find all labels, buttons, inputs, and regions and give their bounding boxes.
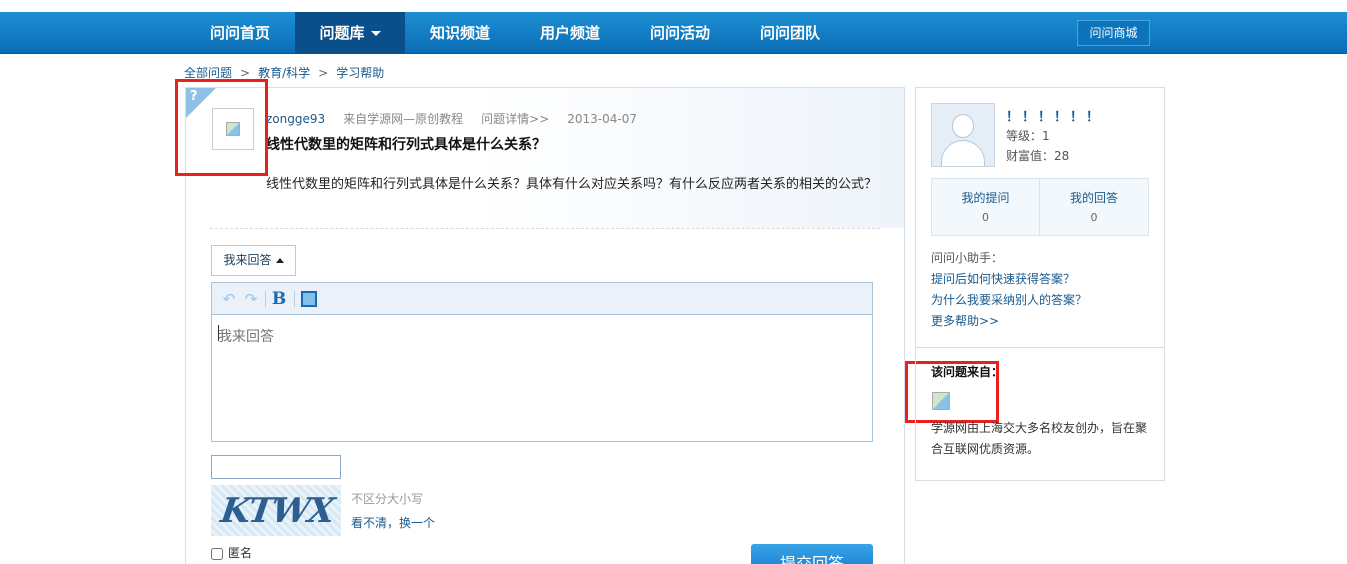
- stat-my-answers[interactable]: 我的回答 0: [1040, 179, 1148, 235]
- answer-textarea[interactable]: [212, 316, 872, 441]
- editor-toolbar: ↶ ↷ B: [212, 283, 872, 315]
- anonymous-label: 匿名: [228, 546, 253, 560]
- nav-item-question-library[interactable]: 问题库: [295, 12, 405, 54]
- breadcrumb-separator-icon: >: [240, 66, 251, 80]
- helper-title: 问问小助手：: [931, 251, 1004, 265]
- answer-tab[interactable]: 我来回答: [211, 245, 296, 276]
- asker-username[interactable]: zongge93: [266, 112, 325, 126]
- toolbar-separator: [265, 291, 266, 307]
- chevron-up-icon: [275, 258, 284, 263]
- undo-icon[interactable]: ↶: [220, 290, 238, 308]
- stat-label: 我的回答: [1069, 191, 1118, 205]
- answer-editor: ↶ ↷ B: [211, 282, 873, 442]
- question-meta: zongge93 来自学源网—原创教程 问题详情>> 2013-04-07: [266, 110, 655, 127]
- submit-answer-button[interactable]: 提交回答: [751, 544, 873, 564]
- helper-link-accept-answer[interactable]: 为什么我要采纳别人的答案？: [931, 291, 1087, 308]
- captcha-refresh-link[interactable]: 看不清，换一个: [351, 514, 435, 531]
- nav-item-team[interactable]: 问问团队: [735, 12, 845, 54]
- helper-link-more[interactable]: 更多帮助>>: [931, 312, 999, 329]
- user-level: 等级：1: [1006, 129, 1050, 143]
- user-stats: 我的提问 0 我的回答 0: [931, 178, 1149, 236]
- sidebar-divider: [916, 347, 1164, 348]
- top-navigation: 问问首页 问题库 知识频道 用户频道 问问活动 问问团队 问问商城: [0, 12, 1347, 54]
- user-wealth: 财富值：28: [1006, 149, 1070, 163]
- user-avatar[interactable]: [931, 103, 995, 167]
- captcha-input[interactable]: [211, 455, 341, 479]
- chevron-down-icon: [370, 31, 381, 36]
- bold-icon[interactable]: B: [270, 290, 288, 308]
- nav-item-knowledge[interactable]: 知识频道: [405, 12, 515, 54]
- avatar-body-shape: [941, 140, 985, 166]
- nav-item-label: 问题库: [319, 24, 365, 42]
- nav-item-activities[interactable]: 问问活动: [625, 12, 735, 54]
- user-name[interactable]: ！！！！！！: [1006, 106, 1102, 125]
- nav-item-home[interactable]: 问问首页: [185, 12, 295, 54]
- captcha-text: KTWX: [218, 491, 336, 531]
- anonymous-checkbox[interactable]: [211, 547, 223, 560]
- stat-value: 0: [1090, 211, 1098, 224]
- avatar-head-shape: [952, 114, 974, 138]
- stat-my-questions[interactable]: 我的提问 0: [932, 179, 1040, 235]
- question-panel: ? zongge93 来自学源网—原创教程 问题详情>> 2013-04-07 线性代…: [185, 87, 905, 564]
- captcha-image[interactable]: KTWX: [211, 485, 341, 536]
- question-source: 来自学源网—原创教程: [343, 112, 464, 126]
- toolbar-separator: [294, 291, 295, 307]
- text-cursor: [218, 325, 219, 341]
- helper-link-fast-answer[interactable]: 提问后如何快速获得答案？: [931, 270, 1075, 287]
- question-body: 线性代数里的矩阵和行列式具体是什么关系？具体有什么对应关系吗？有什么反应两者关系…: [266, 177, 878, 192]
- source-description: 学源网由上海交大多名校友创办，旨在聚合互联网优质资源。: [931, 421, 1148, 456]
- stat-label: 我的提问: [961, 191, 1010, 205]
- anonymous-option[interactable]: 匿名: [211, 544, 252, 561]
- broken-image-icon[interactable]: [932, 392, 950, 410]
- source-title: 该问题来自：: [931, 365, 1004, 379]
- answer-tab-label: 我来回答: [223, 253, 272, 267]
- annotation-box-avatar: [175, 79, 268, 176]
- question-detail-link[interactable]: 问题详情>>: [481, 112, 549, 126]
- redo-icon[interactable]: ↷: [242, 290, 260, 308]
- question-header: ? zongge93 来自学源网—原创教程 问题详情>> 2013-04-07 线性代…: [186, 88, 904, 228]
- question-date: 2013-04-07: [567, 112, 638, 126]
- breadcrumb-separator-icon: >: [318, 66, 329, 80]
- captcha-hint: 不区分大小写: [351, 492, 424, 506]
- mall-button[interactable]: 问问商城: [1077, 20, 1150, 46]
- question-title: 线性代数里的矩阵和行列式具体是什么关系？: [266, 137, 546, 153]
- stat-value: 0: [982, 211, 989, 224]
- dashed-divider: [210, 228, 880, 229]
- image-icon[interactable]: [301, 291, 317, 307]
- user-sidebar: ！！！！！！ 等级：1 财富值：28 我的提问 0 我的回答 0 问问小助手： …: [915, 87, 1165, 481]
- breadcrumb-study-help[interactable]: 学习帮助: [336, 64, 384, 81]
- nav-item-users[interactable]: 用户频道: [515, 12, 625, 54]
